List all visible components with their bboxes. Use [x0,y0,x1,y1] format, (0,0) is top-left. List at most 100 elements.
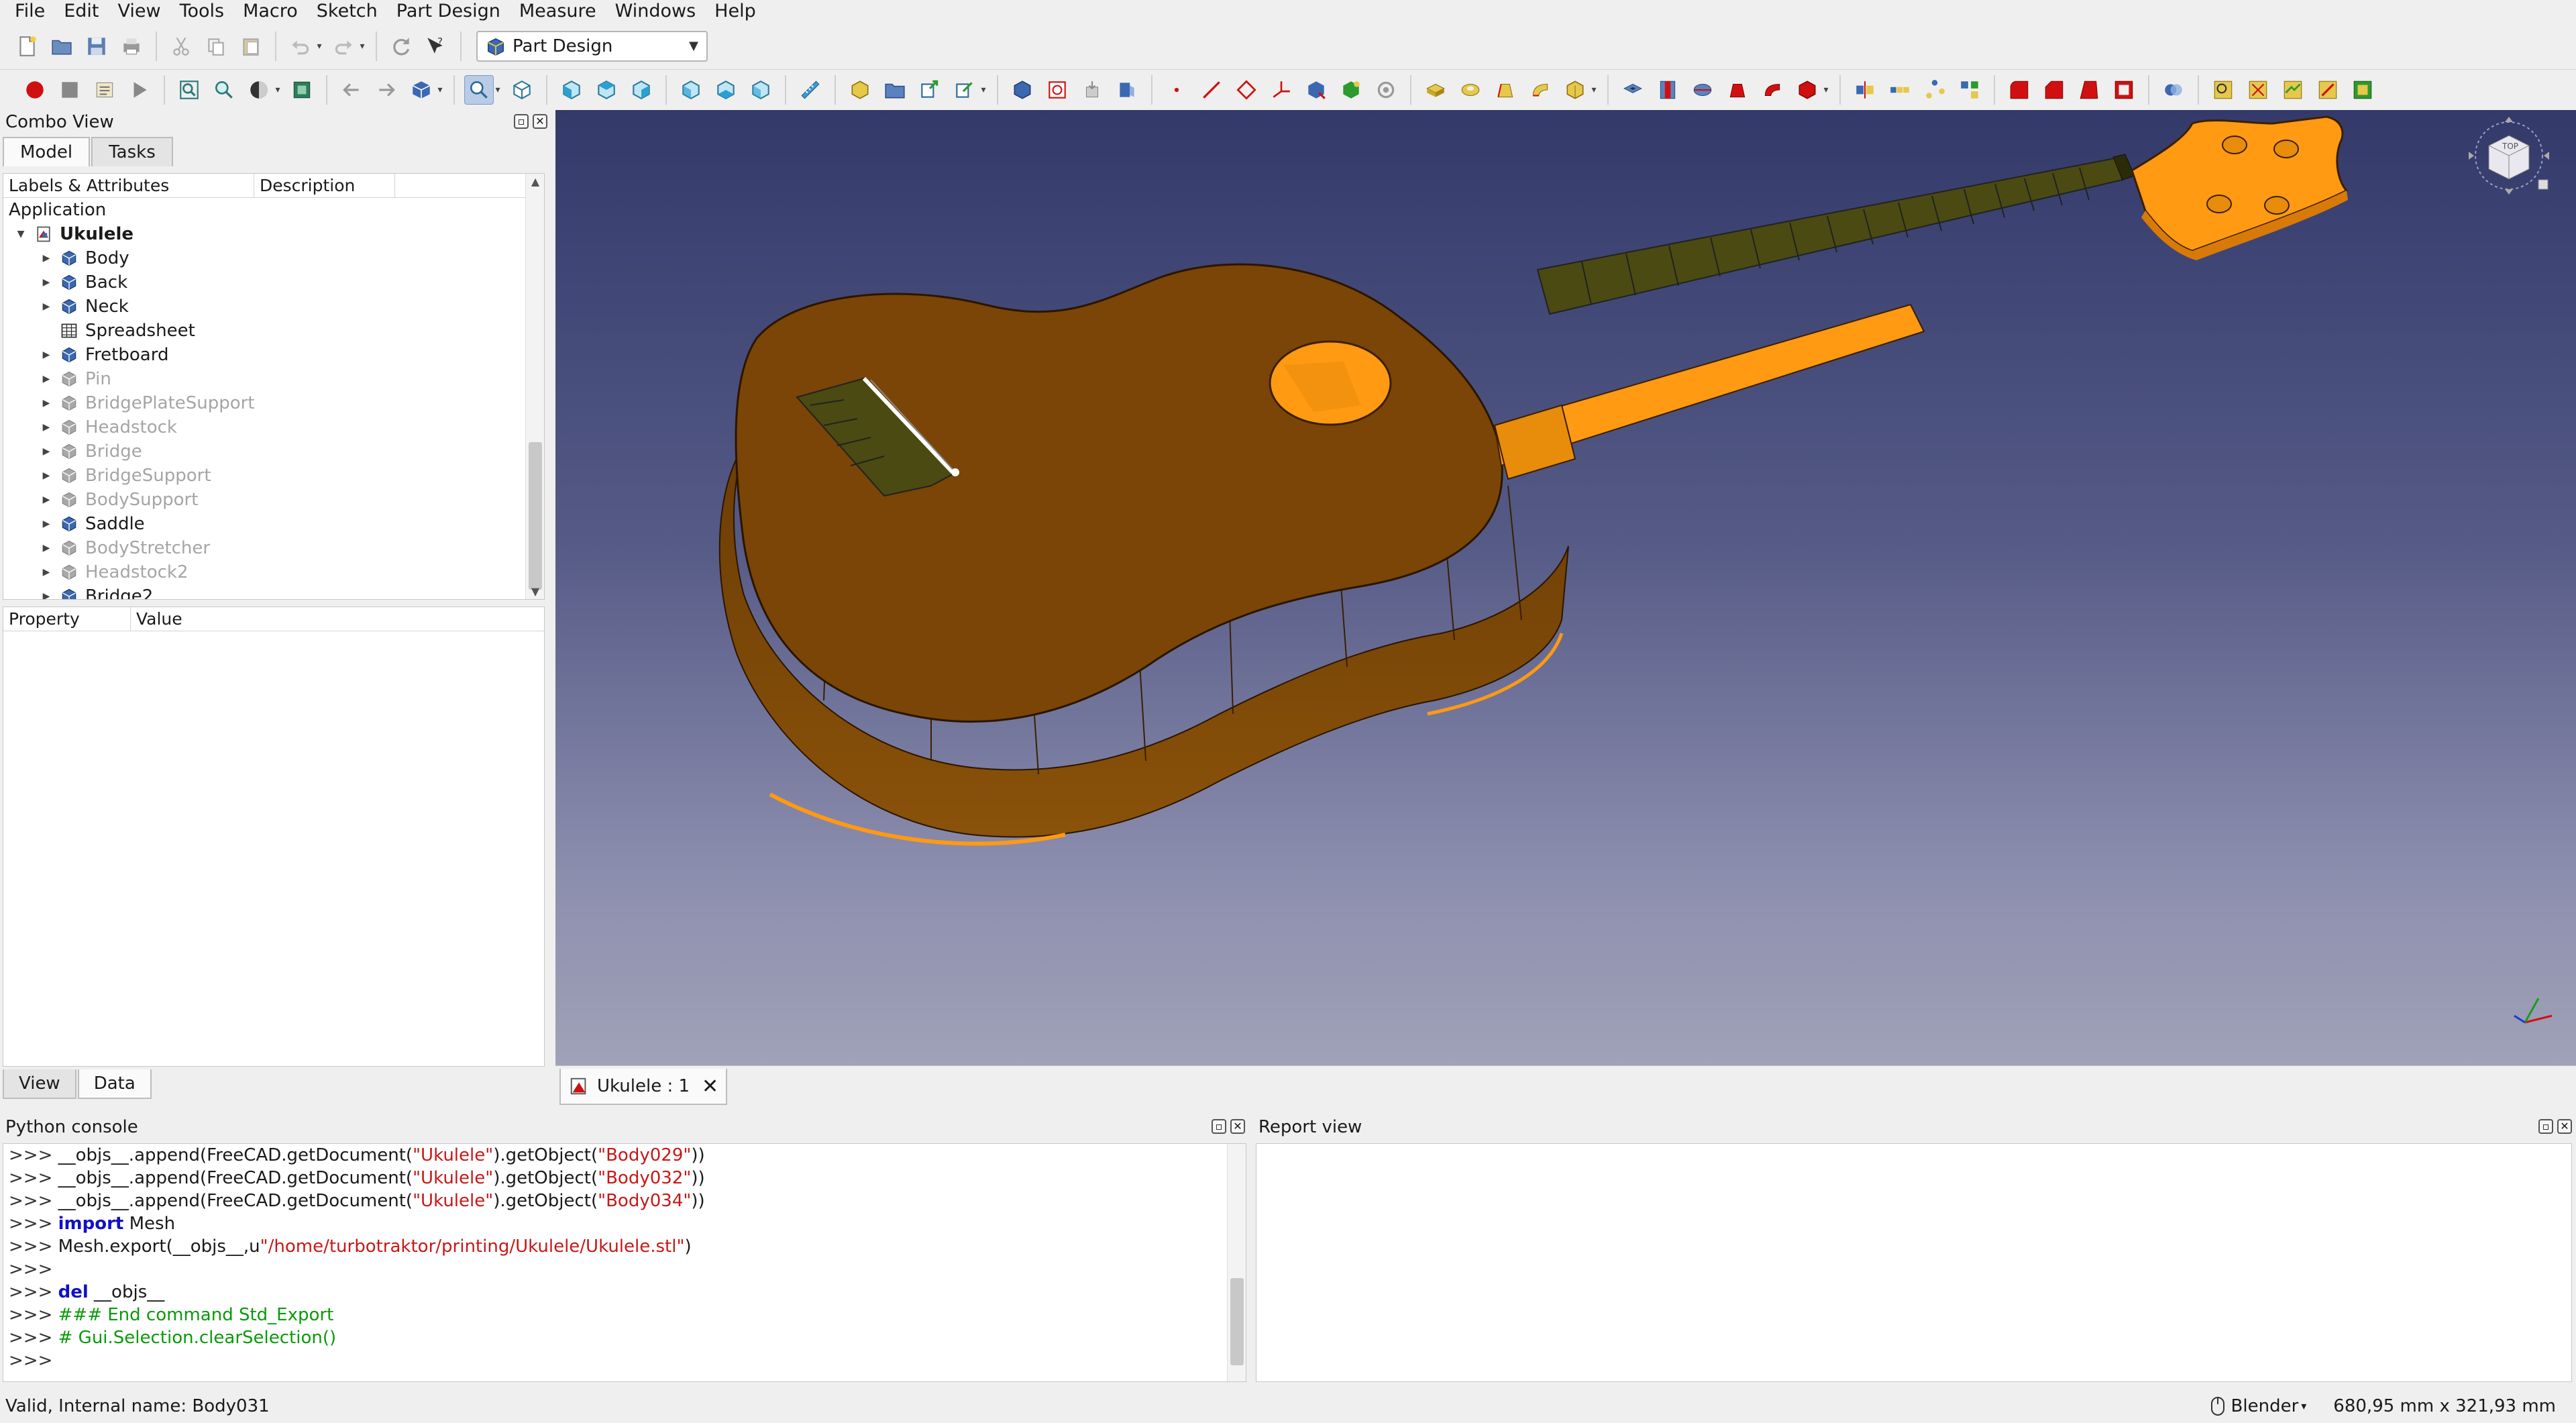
float-dock-icon[interactable]: ▫ [514,114,529,129]
expand-arrow-icon[interactable]: ▶ [38,301,54,312]
navigation-cube[interactable]: TOP [2469,117,2549,195]
close-tab-icon[interactable]: ✕ [702,1075,718,1098]
document-tab[interactable]: Ukulele : 1 ✕ [559,1069,727,1105]
polar-pattern-icon[interactable] [1920,75,1949,105]
undo-icon[interactable] [286,32,315,61]
datum-plane-icon[interactable] [1232,75,1261,105]
fit-all-icon[interactable] [174,75,204,105]
execute-macro-icon[interactable] [125,75,154,105]
bottom-view-icon[interactable] [711,75,741,105]
menu-sketch[interactable]: Sketch [307,0,387,23]
isometric-view-icon[interactable] [507,75,537,105]
scroll-up-icon[interactable]: ▲ [526,175,544,188]
cut-icon[interactable] [166,32,196,61]
column-description[interactable]: Description [254,174,395,197]
rear-view-icon[interactable] [676,75,706,105]
create-sketch-icon[interactable] [1042,75,1072,105]
create-part-icon[interactable] [845,75,875,105]
open-folder-icon[interactable] [47,32,76,61]
thickness-icon[interactable] [2109,75,2139,105]
hole-icon[interactable] [1653,75,1682,105]
wizard-icon[interactable] [2313,75,2343,105]
console-scrollbar[interactable] [1227,1144,1246,1381]
addon-tool-icon[interactable] [2348,75,2377,105]
expand-arrow-icon[interactable]: ▶ [38,253,54,264]
expand-arrow-icon[interactable]: ▶ [38,543,54,554]
close-icon[interactable]: ✕ [1230,1119,1245,1134]
groove-icon[interactable] [1688,75,1717,105]
menu-windows[interactable]: Windows [606,0,706,23]
3d-viewport[interactable]: TOP [555,110,2576,1065]
navigation-style-button[interactable]: Blender ▾ [2210,1396,2306,1416]
pad-icon[interactable] [1421,75,1450,105]
menu-part-design[interactable]: Part Design [387,0,510,23]
shape-binder-icon[interactable] [1301,75,1331,105]
create-body-icon[interactable] [1008,75,1037,105]
subshape-binder-icon[interactable] [1336,75,1366,105]
expand-arrow-icon[interactable]: ▶ [38,470,54,481]
tree-item-fretboard[interactable]: ▶ Fretboard [3,343,525,367]
right-view-icon[interactable] [627,75,656,105]
subtractive-loft-icon[interactable] [1723,75,1752,105]
tree-item-bridge2[interactable]: ▶ Bridge2 [3,584,525,599]
expand-arrow-icon[interactable]: ▶ [38,350,54,360]
additive-primitive-icon[interactable] [1560,75,1590,105]
undo-dropdown[interactable]: ▾ [315,32,323,61]
tree-item-pin[interactable]: ▶ Pin [3,367,525,391]
tree-item-neck[interactable]: ▶ Neck [3,295,525,319]
ukulele-model[interactable]: TOP [555,110,2576,1065]
record-macro-icon[interactable] [20,75,50,105]
close-icon[interactable]: ✕ [533,114,547,129]
menu-macro[interactable]: Macro [233,0,307,23]
create-group-icon[interactable] [880,75,910,105]
tab-tasks[interactable]: Tasks [91,137,173,166]
tree-item-bodystretcher[interactable]: ▶ BodyStretcher [3,536,525,560]
draw-style-dropdown[interactable]: ▾ [274,75,282,105]
datum-line-icon[interactable] [1197,75,1226,105]
subtractive-primitive-dropdown[interactable]: ▾ [1822,75,1830,105]
scroll-down-icon[interactable]: ▼ [526,585,544,598]
subtractive-pipe-icon[interactable] [1758,75,1787,105]
refresh-icon[interactable] [386,32,416,61]
tab-view[interactable]: View [3,1069,76,1099]
expand-arrow-icon[interactable]: ▶ [38,446,54,457]
redo-dropdown[interactable]: ▾ [358,32,366,61]
redo-icon[interactable] [329,32,358,61]
fit-selection-icon[interactable] [209,75,239,105]
map-sketch-icon[interactable] [1112,75,1142,105]
new-file-icon[interactable] [12,32,42,61]
paste-icon[interactable] [236,32,266,61]
draft-icon[interactable] [2074,75,2104,105]
tree-item-bridgeplatesupport[interactable]: ▶ BridgePlateSupport [3,391,525,415]
draw-style-icon[interactable] [244,75,274,105]
subtractive-primitive-icon[interactable] [1792,75,1822,105]
column-property[interactable]: Property [3,607,131,631]
link-actions-dropdown[interactable]: ▾ [979,75,987,105]
mirrored-icon[interactable] [1850,75,1880,105]
python-console-text[interactable]: >>> __objs__.append(FreeCAD.getDocument(… [3,1143,1246,1382]
expand-arrow-icon[interactable]: ▶ [38,519,54,529]
additive-loft-icon[interactable] [1491,75,1520,105]
menu-file[interactable]: File [5,0,54,23]
validate-sketch-icon[interactable] [1077,75,1107,105]
close-icon[interactable]: ✕ [2557,1119,2572,1134]
expand-arrow-icon[interactable]: ▶ [38,422,54,433]
multi-transform-icon[interactable] [1955,75,1984,105]
left-view-icon[interactable] [746,75,775,105]
macros-icon[interactable] [90,75,119,105]
local-coordinate-system-icon[interactable] [1267,75,1296,105]
tree-item-spreadsheet[interactable]: Spreadsheet [3,319,525,343]
tab-model[interactable]: Model [3,137,91,166]
link-dropdown[interactable]: ▾ [436,75,444,105]
zoom-icon[interactable] [464,75,494,105]
forward-arrow-icon[interactable] [372,75,401,105]
tree-document-row[interactable]: ▼ Ukulele [3,222,525,246]
tree-item-bodysupport[interactable]: ▶ BodySupport [3,488,525,512]
tree-item-bridge[interactable]: ▶ Bridge [3,439,525,464]
collapse-arrow-icon[interactable]: ▼ [13,229,29,240]
tree-item-headstock[interactable]: ▶ Headstock [3,415,525,439]
save-icon[interactable] [82,32,111,61]
report-view-text[interactable] [1256,1143,2572,1382]
expand-arrow-icon[interactable]: ▶ [38,591,54,599]
involute-gear-icon[interactable] [2243,75,2273,105]
